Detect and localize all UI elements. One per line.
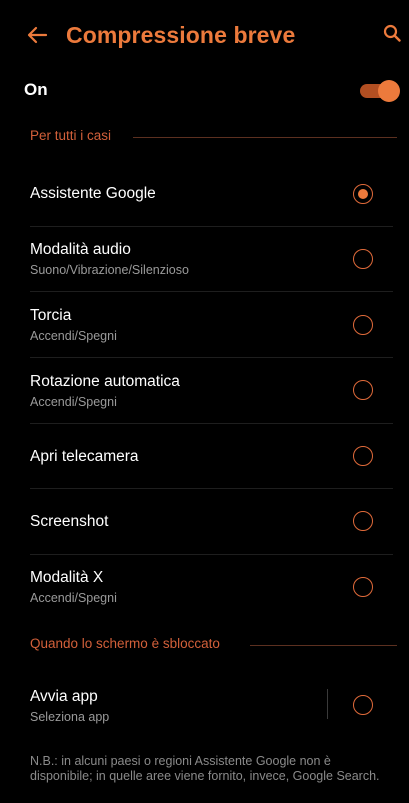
- option-x-mode[interactable]: Modalità X Accendi/Spegni: [0, 555, 409, 621]
- footnote-text: N.B.: in alcuni paesi o regioni Assisten…: [30, 754, 380, 783]
- master-switch-row[interactable]: On: [0, 72, 409, 108]
- option-auto-rotate[interactable]: Rotazione automatica Accendi/Spegni: [0, 358, 409, 424]
- option-google-assistant[interactable]: Assistente Google: [0, 160, 409, 227]
- master-toggle[interactable]: [360, 80, 400, 102]
- option-subtitle: Accendi/Spegni: [30, 591, 117, 605]
- app-bar: Compressione breve: [0, 0, 409, 70]
- option-title: Torcia: [30, 307, 72, 324]
- option-subtitle: Seleziona app: [30, 710, 110, 724]
- option-title: Rotazione automatica: [30, 373, 180, 390]
- vertical-separator: [327, 689, 328, 719]
- section-divider: [250, 645, 397, 646]
- option-title: Assistente Google: [30, 185, 156, 202]
- toggle-thumb: [378, 80, 400, 102]
- option-subtitle: Accendi/Spegni: [30, 395, 117, 409]
- page-title: Compressione breve: [66, 22, 296, 48]
- radio-button[interactable]: [353, 695, 373, 715]
- option-open-camera[interactable]: Apri telecamera: [0, 424, 409, 489]
- section-header-all-cases: Per tutti i casi: [0, 128, 409, 148]
- radio-button[interactable]: [353, 249, 373, 269]
- option-audio-mode[interactable]: Modalità audio Suono/Vibrazione/Silenzio…: [0, 227, 409, 292]
- option-title: Apri telecamera: [30, 448, 139, 465]
- gesture-settings-screen: Compressione breve On Per tutti i casi A…: [0, 0, 409, 803]
- section-divider: [133, 137, 397, 138]
- option-launch-app[interactable]: Avvia app Seleziona app: [0, 672, 409, 738]
- arrow-left-icon: [27, 26, 48, 44]
- section-title: Quando lo schermo è sbloccato: [30, 636, 220, 651]
- radio-button[interactable]: [353, 446, 373, 466]
- section-header-unlocked: Quando lo schermo è sbloccato: [0, 636, 409, 656]
- option-screenshot[interactable]: Screenshot: [0, 489, 409, 555]
- search-button[interactable]: [379, 20, 405, 46]
- section-title: Per tutti i casi: [30, 128, 112, 143]
- radio-button[interactable]: [353, 511, 373, 531]
- radio-button[interactable]: [353, 380, 373, 400]
- back-button[interactable]: [22, 20, 52, 50]
- option-subtitle: Suono/Vibrazione/Silenzioso: [30, 263, 189, 277]
- option-title: Avvia app: [30, 688, 98, 705]
- option-title: Modalità X: [30, 569, 104, 586]
- option-flashlight[interactable]: Torcia Accendi/Spegni: [0, 292, 409, 358]
- master-switch-label: On: [24, 80, 48, 99]
- radio-button-selected[interactable]: [353, 184, 373, 204]
- option-title: Screenshot: [30, 513, 109, 530]
- option-title: Modalità audio: [30, 241, 131, 258]
- radio-button[interactable]: [353, 577, 373, 597]
- radio-button[interactable]: [353, 315, 373, 335]
- option-subtitle: Accendi/Spegni: [30, 329, 117, 343]
- search-icon: [383, 24, 401, 42]
